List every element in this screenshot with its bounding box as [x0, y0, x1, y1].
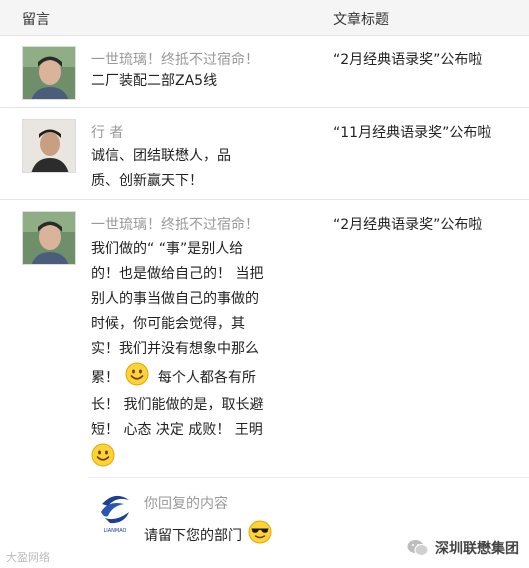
article-title-link[interactable]: “2月经典语录奖”公布啦: [333, 214, 482, 234]
comment-line-text: 累！: [91, 370, 119, 386]
cool-emoji-icon: [248, 520, 272, 544]
avatar[interactable]: [22, 46, 76, 100]
comment-row: 一世琉璃！终抵不过宿命！ 二厂装配二部ZA5线 “2月经典语录奖”公布啦: [0, 36, 529, 108]
article-title-link[interactable]: “2月经典语录奖”公布啦: [333, 49, 482, 69]
comment-line: 长！ 我们能做的是，取长避: [91, 397, 264, 413]
comment-line: [91, 443, 263, 474]
smile-emoji-icon: [91, 443, 115, 467]
comment-line: 别人的事当做自己的事做的: [91, 291, 259, 307]
logo-text: LIANMAO: [103, 528, 126, 534]
comment-line: 累！ 每个人都各有所: [91, 362, 263, 393]
comment-author[interactable]: 一世琉璃！终抵不过宿命！: [91, 214, 259, 234]
comment-author[interactable]: 行 者: [91, 122, 123, 142]
comment-line: 时候，你可能会觉得，其: [91, 316, 245, 332]
article-title-link[interactable]: “11月经典语录奖”公布啦: [333, 122, 491, 142]
column-header-message: 留言: [22, 12, 50, 28]
comment-line: 我们做的“ “事”是别人给: [91, 241, 244, 257]
comment-body: 诚信、团结联懋人，品 质、创新赢天下！: [91, 144, 231, 194]
table-header: 留言 文章标题: [0, 0, 529, 36]
comment-row: 行 者 诚信、团结联懋人，品 质、创新赢天下！ “11月经典语录奖”公布啦: [0, 108, 529, 200]
column-header-article: 文章标题: [333, 12, 389, 28]
comment-line: 诚信、团结联懋人，品: [91, 148, 231, 164]
comment-body: 二厂装配二部ZA5线: [91, 69, 217, 94]
comment-line: 质、创新赢天下！: [91, 173, 203, 189]
comment-line: 实！我们并没有想象中那么: [91, 341, 259, 357]
watermark-right-text: 深圳联懋集团: [435, 541, 519, 557]
wechat-icon: [407, 540, 429, 556]
watermark-right: 深圳联懋集团: [407, 538, 519, 558]
avatar[interactable]: [22, 211, 76, 265]
reply-label: 你回复的内容: [144, 496, 228, 512]
comment-author[interactable]: 一世琉璃！终抵不过宿命！: [91, 49, 259, 69]
comment-line-text: 每个人都各有所: [157, 370, 256, 386]
avatar[interactable]: [22, 119, 76, 173]
watermark-left: 大盈网络: [6, 551, 50, 564]
reply-text-content: 请留下您的部门: [144, 528, 242, 544]
company-logo: LIANMAO: [96, 490, 134, 534]
comment-line: 二厂装配二部ZA5线: [91, 73, 218, 89]
reply-text: 请留下您的部门: [144, 520, 276, 545]
comment-line: 短！ 心态 决定 成败！ 王明: [91, 422, 263, 438]
comment-line: 的！也是做给自己的！ 当把: [91, 266, 264, 282]
smile-emoji-icon: [125, 362, 149, 386]
comment-body: 我们做的“ “事”是别人给 的！也是做给自己的！ 当把 别人的事当做自己的事做的…: [91, 237, 263, 474]
